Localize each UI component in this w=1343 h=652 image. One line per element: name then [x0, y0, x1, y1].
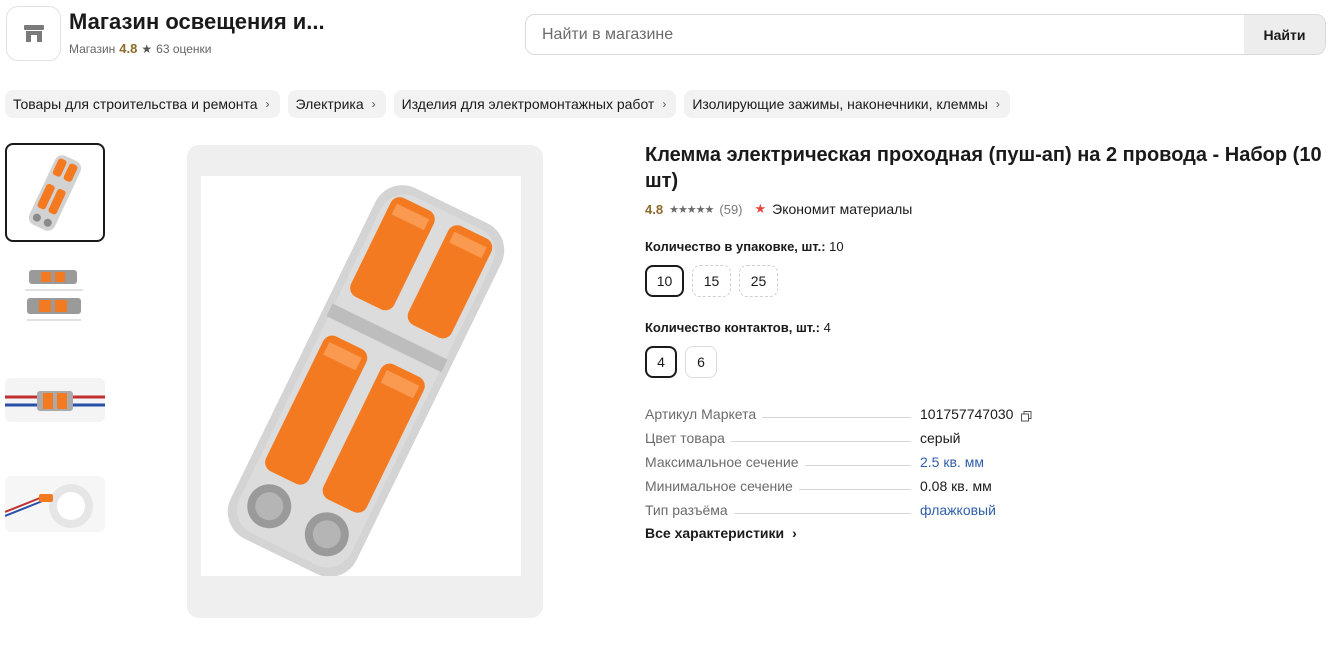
chevron-right-icon: ›: [995, 97, 1000, 111]
spec-key: Минимальное сечение: [645, 478, 799, 494]
breadcrumb-label: Изолирующие зажимы, наконечники, клеммы: [692, 96, 988, 112]
spec-key: Артикул Маркета: [645, 406, 763, 422]
spec-value-link[interactable]: флажковый: [920, 502, 996, 518]
connector-image: [227, 185, 505, 577]
pack-qty-label: Количество в упаковке, шт.: 10: [645, 239, 844, 254]
pack-qty-option[interactable]: 25: [739, 265, 778, 297]
contacts-option[interactable]: 4: [645, 346, 677, 378]
connector-dimensions-image: [5, 262, 105, 332]
breadcrumb-label: Электрика: [295, 96, 364, 112]
store-logo[interactable]: [6, 6, 61, 61]
storefront-icon: [23, 24, 44, 42]
gallery-thumbnail[interactable]: [5, 262, 105, 332]
spec-value: 101757747030: [920, 406, 1032, 422]
breadcrumb-label: Товары для строительства и ремонта: [13, 96, 258, 112]
connector-in-ring-image: [5, 476, 105, 532]
gallery-thumbnail[interactable]: [5, 378, 105, 422]
connector-wired-image: [5, 378, 105, 422]
contacts-name: Количество контактов, шт.:: [645, 320, 820, 335]
review-count[interactable]: (59): [719, 202, 742, 217]
breadcrumb-item[interactable]: Изделия для электромонтажных работ ›: [393, 90, 677, 118]
spec-row: Тип разъёма флажковый: [645, 498, 1045, 522]
contacts-options: 4 6: [645, 346, 717, 378]
product-badge: Экономит материалы: [772, 201, 913, 217]
pack-qty-name: Количество в упаковке, шт.:: [645, 239, 826, 254]
contacts-label: Количество контактов, шт.: 4: [645, 320, 831, 335]
spec-value: 0.08 кв. мм: [920, 478, 992, 494]
main-product-image[interactable]: [187, 145, 543, 618]
star-badge-icon: ★: [754, 201, 767, 216]
spec-value: серый: [920, 430, 961, 446]
chevron-right-icon: ›: [371, 97, 376, 111]
pack-qty-options: 10 15 25: [645, 265, 778, 297]
spec-key: Максимальное сечение: [645, 454, 805, 470]
product-rating[interactable]: 4.8 ★★★★★ (59) ★ Экономит материалы: [645, 201, 912, 217]
gallery-thumbnail[interactable]: [5, 476, 105, 532]
all-specs-link[interactable]: Все характеристики ›: [645, 525, 797, 541]
store-search: Найти: [525, 14, 1326, 55]
store-meta: Магазин 4.8 ★ 63 оценки: [69, 41, 212, 56]
store-rating: 4.8: [119, 41, 138, 56]
store-name[interactable]: Магазин освещения и...: [69, 9, 325, 35]
chevron-right-icon: ›: [792, 525, 797, 541]
spec-key: Цвет товара: [645, 430, 731, 446]
gallery-thumbnail[interactable]: [5, 143, 105, 242]
spec-row: Артикул Маркета 101757747030: [645, 402, 1045, 426]
search-button[interactable]: Найти: [1244, 15, 1325, 54]
connector-thumbnail-image: [20, 148, 90, 237]
spec-row: Максимальное сечение 2.5 кв. мм: [645, 450, 1045, 474]
breadcrumb-item[interactable]: Изолирующие зажимы, наконечники, клеммы …: [684, 90, 1010, 118]
breadcrumb-item[interactable]: Электрика ›: [287, 90, 386, 118]
store-reviews[interactable]: 63 оценки: [156, 42, 211, 56]
product-rating-value: 4.8: [645, 201, 664, 217]
spec-row: Минимальное сечение 0.08 кв. мм: [645, 474, 1045, 498]
breadcrumb: Товары для строительства и ремонта › Эле…: [5, 90, 1010, 118]
breadcrumb-label: Изделия для электромонтажных работ: [401, 96, 655, 112]
copy-icon[interactable]: [1021, 409, 1032, 421]
rating-stars-icon: ★★★★★: [669, 203, 714, 216]
pack-qty-option[interactable]: 15: [692, 265, 731, 297]
product-title: Клемма электрическая проходная (пуш-ап) …: [645, 144, 1322, 192]
all-specs-label: Все характеристики: [645, 525, 785, 541]
pack-qty-value: 10: [829, 239, 844, 254]
breadcrumb-item[interactable]: Товары для строительства и ремонта ›: [5, 90, 280, 118]
spec-row: Цвет товара серый: [645, 426, 1045, 450]
sku-value: 101757747030: [920, 406, 1014, 422]
chevron-right-icon: ›: [265, 97, 270, 111]
spec-value-link[interactable]: 2.5 кв. мм: [920, 454, 984, 470]
product-specs: Артикул Маркета 101757747030 Цвет товара…: [645, 402, 1045, 522]
product-photo: [201, 176, 521, 577]
chevron-right-icon: ›: [662, 97, 667, 111]
contacts-option[interactable]: 6: [685, 346, 717, 378]
store-type-label: Магазин: [69, 41, 116, 56]
star-icon: ★: [141, 41, 153, 56]
search-input[interactable]: [526, 15, 1244, 54]
pack-qty-option[interactable]: 10: [645, 265, 684, 297]
contacts-value: 4: [823, 320, 831, 335]
spec-key: Тип разъёма: [645, 502, 734, 518]
